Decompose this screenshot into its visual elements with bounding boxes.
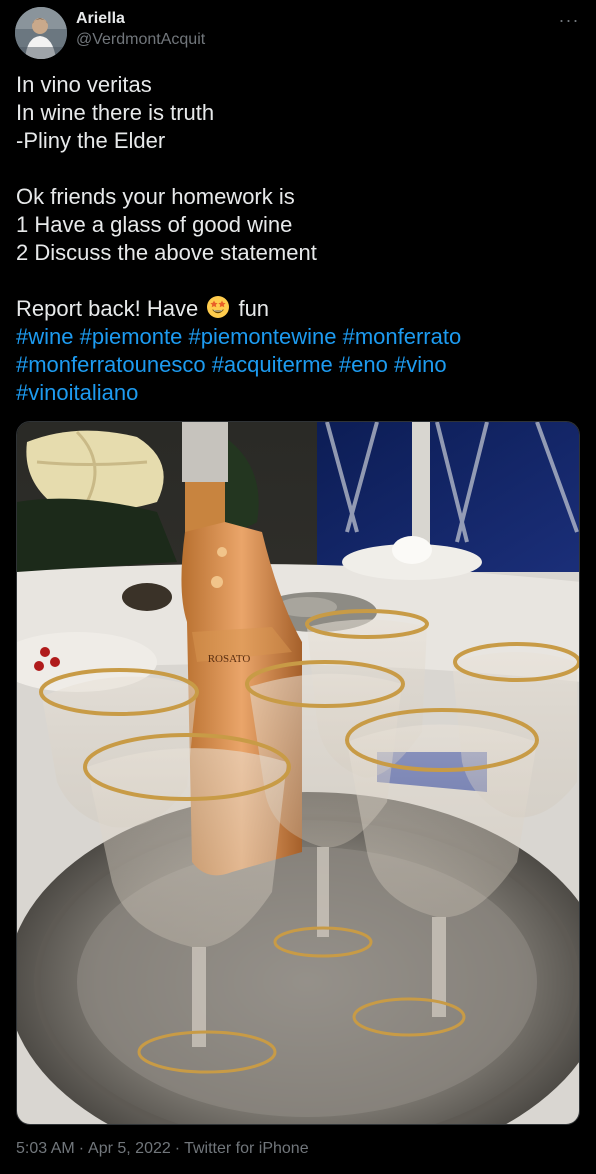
hashtag-link[interactable]: #vinoitaliano — [16, 380, 138, 405]
user-handle[interactable]: @VerdmontAcquit — [76, 31, 205, 49]
hashtag-link[interactable]: #piemontewine — [188, 324, 336, 349]
bottle-label-text: ROSATO — [208, 653, 251, 665]
tweet-line: Ok friends your homework is — [16, 184, 295, 209]
hashtag-link[interactable]: #monferratounesco — [16, 352, 206, 377]
wine-glasses-photo: ROSATO — [17, 422, 579, 1124]
tweet-text: In vino veritas In wine there is truth -… — [16, 71, 580, 407]
hashtag-line: #vinoitaliano — [16, 379, 580, 407]
hashtag-line: #monferratounesco #acquiterme #eno #vino — [16, 351, 580, 379]
tweet-source[interactable]: Twitter for iPhone — [184, 1140, 309, 1157]
avatar[interactable] — [15, 7, 67, 59]
tweet-text-segment: fun — [238, 296, 270, 321]
separator-dot: · — [78, 1140, 85, 1157]
tweet-line: In wine there is truth — [16, 100, 215, 125]
separator-dot: · — [174, 1140, 181, 1157]
tweet-time[interactable]: 5:03 AM — [16, 1140, 75, 1157]
avatar-image — [15, 7, 67, 59]
display-name[interactable]: Ariella — [76, 10, 125, 28]
tweet-line: In vino veritas — [16, 72, 152, 97]
hashtag-link[interactable]: #vino — [394, 352, 447, 377]
hashtag-line: #wine #piemonte #piemontewine #monferrat… — [16, 323, 580, 351]
hashtag-link[interactable]: #eno — [339, 352, 388, 377]
tweet-line: 1 Have a glass of good wine — [16, 212, 293, 237]
tweet-line: -Pliny the Elder — [16, 128, 166, 153]
tweet-line: 2 Discuss the above statement — [16, 240, 317, 265]
tweet-date[interactable]: Apr 5, 2022 — [88, 1140, 171, 1157]
more-options-icon[interactable]: ··· — [556, 10, 582, 30]
hashtag-link[interactable]: #piemonte — [80, 324, 183, 349]
hashtag-link[interactable]: #acquiterme — [212, 352, 333, 377]
star-struck-emoji-icon — [207, 296, 230, 318]
hashtag-link[interactable]: #wine — [16, 324, 73, 349]
tweet-line: Report back! Have fun — [16, 295, 580, 323]
hashtag-link[interactable]: #monferrato — [343, 324, 462, 349]
tweet-photo[interactable]: ROSATO — [16, 421, 580, 1125]
tweet-text-segment: Report back! Have — [16, 296, 199, 321]
tweet-meta: 5:03 AM · Apr 5, 2022 · Twitter for iPhone — [16, 1140, 309, 1158]
